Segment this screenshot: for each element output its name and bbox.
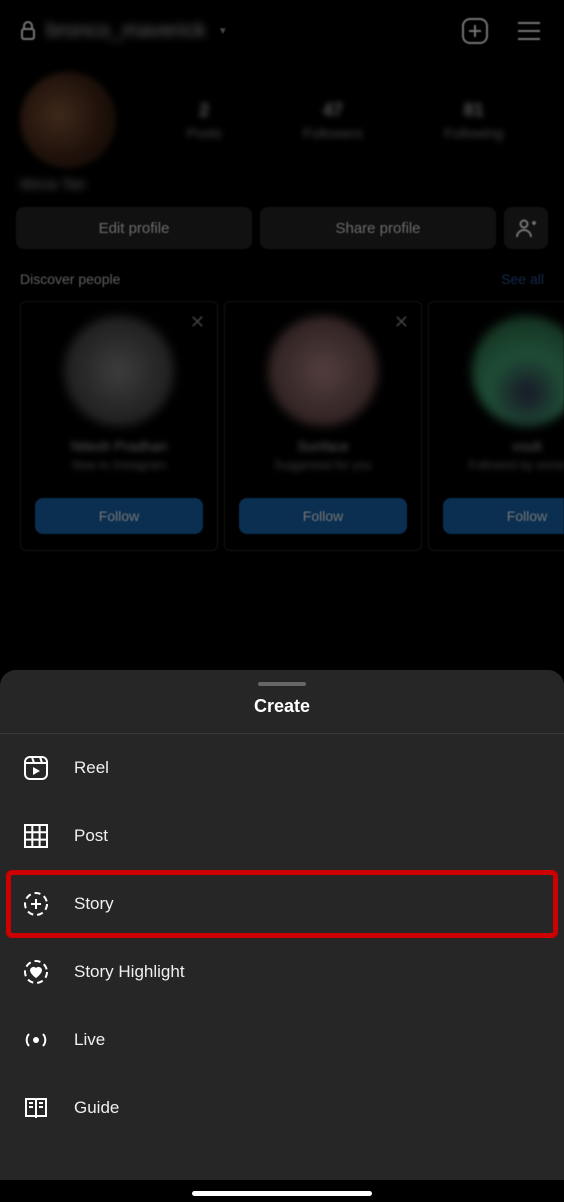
nav-bar-area [0, 1180, 564, 1202]
edit-profile-button[interactable]: Edit profile [16, 207, 252, 249]
follow-button[interactable]: Follow [239, 498, 407, 534]
grid-icon [22, 822, 50, 850]
add-person-icon [515, 218, 537, 238]
avatar[interactable] [472, 316, 564, 426]
create-sheet: Create Reel Post Story Story Highlight L… [0, 670, 564, 1202]
follow-button[interactable]: Follow [35, 498, 203, 534]
sheet-item-story[interactable]: Story [6, 870, 558, 938]
sheet-item-label: Reel [74, 758, 109, 778]
reel-icon [22, 754, 50, 782]
discover-card: voult Followed by someone Follow [428, 301, 564, 551]
create-icon[interactable] [460, 16, 490, 46]
sheet-item-label: Story [74, 894, 114, 914]
guide-icon [22, 1094, 50, 1122]
close-icon[interactable]: ✕ [190, 312, 205, 333]
card-subtitle: New to Instagram [72, 458, 166, 486]
card-name: Nitesh Pradhan [71, 438, 168, 456]
card-subtitle: Suggested for you [274, 458, 371, 486]
sheet-item-label: Story Highlight [74, 962, 185, 982]
card-subtitle: Followed by someone [469, 458, 564, 486]
discover-cards: ✕ Nitesh Pradhan New to Instagram Follow… [0, 301, 564, 551]
sheet-item-label: Post [74, 826, 108, 846]
profile-summary: 2 Posts 47 Followers 81 Following [0, 62, 564, 168]
home-indicator[interactable] [192, 1191, 372, 1196]
sheet-grabber[interactable] [258, 682, 306, 686]
see-all-link[interactable]: See all [501, 271, 544, 287]
story-icon [22, 890, 50, 918]
sheet-item-label: Live [74, 1030, 105, 1050]
card-name: voult [512, 438, 542, 456]
avatar[interactable] [268, 316, 378, 426]
username-text: bronco_maverick [46, 19, 206, 43]
share-profile-button[interactable]: Share profile [260, 207, 496, 249]
chevron-down-icon: ▼ [218, 26, 228, 37]
sheet-item-live[interactable]: Live [0, 1006, 564, 1074]
discover-card: ✕ Nitesh Pradhan New to Instagram Follow [20, 301, 218, 551]
discover-people-button[interactable] [504, 207, 548, 249]
stat-followers[interactable]: 47 Followers [303, 100, 363, 141]
sheet-item-story-highlight[interactable]: Story Highlight [0, 938, 564, 1006]
live-icon [22, 1026, 50, 1054]
avatar[interactable] [20, 72, 116, 168]
sheet-item-label: Guide [74, 1098, 119, 1118]
stat-following[interactable]: 81 Following [444, 100, 503, 141]
top-bar: bronco_maverick ▼ [0, 0, 564, 62]
discover-card: ✕ Sunface Suggested for you Follow [224, 301, 422, 551]
menu-icon[interactable] [514, 16, 544, 46]
sheet-item-reel[interactable]: Reel [0, 734, 564, 802]
sheet-title: Create [0, 696, 564, 734]
display-name: Mona Tan [0, 168, 564, 207]
card-name: Sunface [297, 438, 348, 456]
stat-posts[interactable]: 2 Posts [187, 100, 222, 141]
lock-icon [20, 21, 36, 41]
sheet-item-post[interactable]: Post [0, 802, 564, 870]
username-selector[interactable]: bronco_maverick ▼ [20, 19, 228, 43]
discover-label: Discover people [20, 271, 120, 287]
highlight-icon [22, 958, 50, 986]
avatar[interactable] [64, 316, 174, 426]
close-icon[interactable]: ✕ [394, 312, 409, 333]
sheet-item-guide[interactable]: Guide [0, 1074, 564, 1142]
follow-button[interactable]: Follow [443, 498, 564, 534]
